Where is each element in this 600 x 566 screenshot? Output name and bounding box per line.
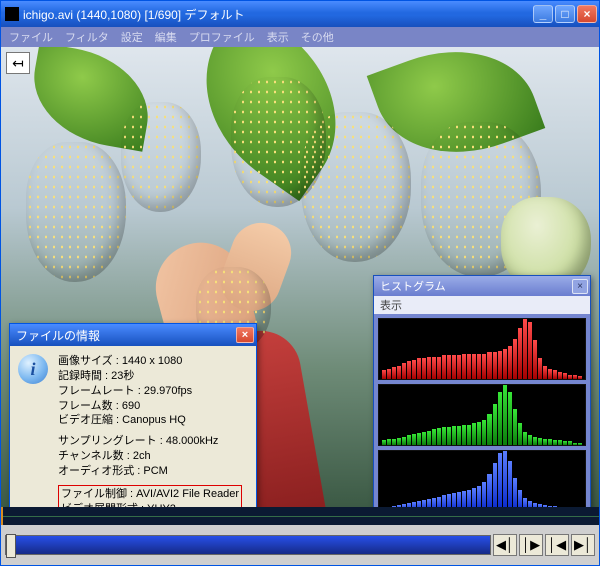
back-button[interactable]: ↤ <box>6 52 30 74</box>
timeline[interactable] <box>1 507 599 525</box>
menu-settings[interactable]: 設定 <box>121 29 143 45</box>
minimize-button[interactable]: _ <box>533 5 553 23</box>
prev-frame-button[interactable]: ◀│ <box>493 534 517 556</box>
first-frame-button[interactable]: │◀ <box>545 534 569 556</box>
menubar: ファイル フィルタ 設定 編集 プロファイル 表示 その他 <box>1 27 599 47</box>
app-icon <box>5 7 19 21</box>
file-info-highlight: ファイル制御 : AVI/AVI2 File Reader ビデオ展開形式 : … <box>58 485 242 507</box>
histogram-red <box>378 318 586 380</box>
menu-edit[interactable]: 編集 <box>155 29 177 45</box>
timeline-cursor[interactable] <box>1 507 3 525</box>
seek-bar[interactable] <box>5 535 491 555</box>
titlebar[interactable]: ichigo.avi (1440,1080) [1/690] デフォルト _ □… <box>1 1 599 27</box>
file-info-title: ファイルの情報 <box>16 327 236 344</box>
playback-controls: ◀│ │▶ │◀ ▶│ <box>1 525 599 565</box>
histogram-blue <box>378 450 586 507</box>
histogram-green <box>378 384 586 446</box>
menu-file[interactable]: ファイル <box>9 29 53 45</box>
histogram-menu[interactable]: 表示 <box>374 296 590 314</box>
back-icon: ↤ <box>12 55 24 72</box>
menu-filter[interactable]: フィルタ <box>65 29 109 45</box>
next-frame-button[interactable]: │▶ <box>519 534 543 556</box>
file-info-text: 画像サイズ : 1440 x 1080 記録時間 : 23秒 フレームレート :… <box>58 354 242 507</box>
close-button[interactable]: × <box>577 5 597 23</box>
window-title: ichigo.avi (1440,1080) [1/690] デフォルト <box>23 6 533 23</box>
video-preview: ↤ ファイルの情報 × i 画像サイズ : 1440 x 1080 記録時間 :… <box>1 47 599 507</box>
menu-view[interactable]: 表示 <box>267 29 289 45</box>
menu-profile[interactable]: プロファイル <box>189 29 255 45</box>
seek-thumb[interactable] <box>6 534 16 558</box>
file-info-close-button[interactable]: × <box>236 327 254 343</box>
app-window: ichigo.avi (1440,1080) [1/690] デフォルト _ □… <box>0 0 600 566</box>
histogram-title: ヒストグラム <box>380 278 572 294</box>
file-info-titlebar[interactable]: ファイルの情報 × <box>10 324 256 346</box>
menu-other[interactable]: その他 <box>301 29 334 45</box>
file-info-dialog: ファイルの情報 × i 画像サイズ : 1440 x 1080 記録時間 : 2… <box>9 323 257 507</box>
info-icon: i <box>18 354 48 384</box>
histogram-panel: ヒストグラム × 表示 <box>373 275 591 507</box>
last-frame-button[interactable]: ▶│ <box>571 534 595 556</box>
histogram-titlebar[interactable]: ヒストグラム × <box>374 276 590 296</box>
histogram-close-button[interactable]: × <box>572 279 588 294</box>
maximize-button[interactable]: □ <box>555 5 575 23</box>
